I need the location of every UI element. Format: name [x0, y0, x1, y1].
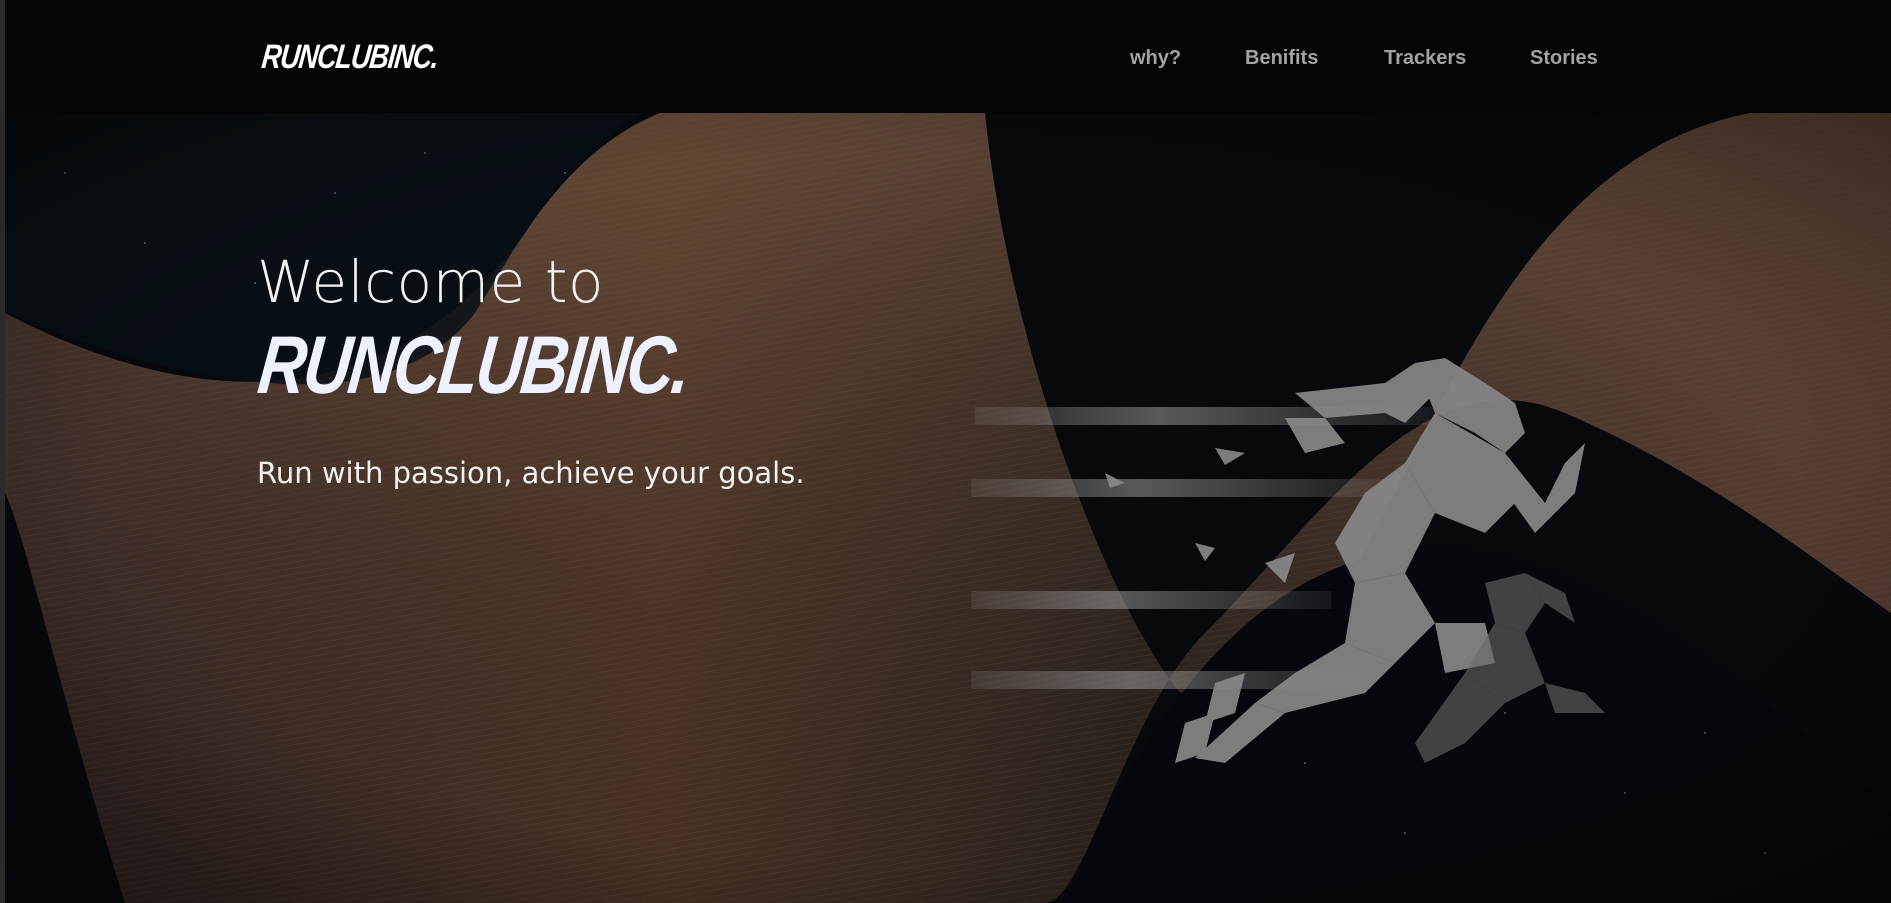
- top-navbar: RUNCLUBINC. why? Benifits Trackers Stori…: [5, 2, 1891, 113]
- hero-section: Welcome to RUNCLUBINC. Run with passion,…: [5, 113, 1891, 903]
- nav-link-why[interactable]: why?: [1130, 46, 1181, 70]
- hero-tagline: Run with passion, achieve your goals.: [257, 456, 805, 490]
- nav-link-benefits[interactable]: Benifits: [1245, 46, 1318, 70]
- hero-welcome-text: Welcome to: [257, 248, 604, 316]
- hero-brand-title: RUNCLUBINC.: [253, 320, 694, 411]
- nav-link-stories[interactable]: Stories: [1530, 46, 1598, 70]
- sprinting-runner-icon: [971, 358, 1605, 763]
- site-logo[interactable]: RUNCLUBINC.: [260, 38, 440, 76]
- nav-link-trackers[interactable]: Trackers: [1384, 46, 1466, 70]
